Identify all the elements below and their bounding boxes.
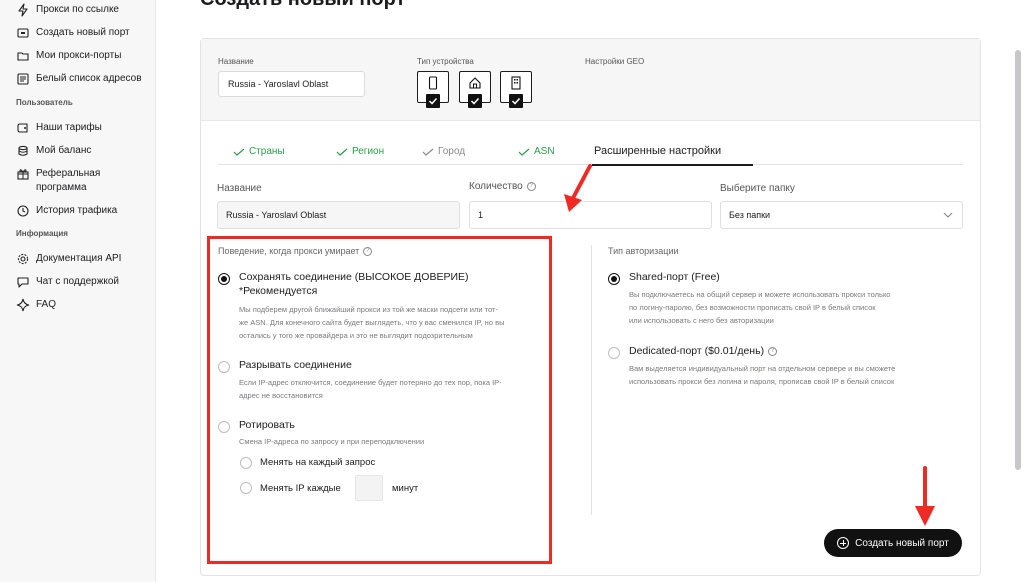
sidebar-item-traffic-history[interactable]: История трафика xyxy=(16,204,117,218)
sidebar-item-label-line1: Реферальная xyxy=(36,168,101,179)
device-type-label: Тип устройства xyxy=(417,57,474,66)
sidebar: Прокси по ссылке Создать новый порт Мои … xyxy=(0,0,156,582)
quantity-label: Количество ? xyxy=(469,181,536,192)
dedicated-port-title-text: Dedicated-порт ($0.01/день) xyxy=(629,345,765,357)
sidebar-item-support-chat[interactable]: Чат с поддержкой xyxy=(16,275,119,289)
sidebar-item-whitelist[interactable]: Белый список адресов xyxy=(16,72,142,86)
gear-icon xyxy=(17,253,29,265)
folder-select[interactable]: Без папки xyxy=(720,201,963,229)
sidebar-item-label-line2: программа xyxy=(36,182,87,193)
coins-icon xyxy=(18,145,28,156)
sidebar-item-create-port[interactable]: Создать новый порт xyxy=(16,26,130,40)
dedicated-port-desc-1: Вам выделяется индивидуальный порт на от… xyxy=(629,364,896,373)
page-title: Создать новый порт xyxy=(200,0,405,11)
tab-asn[interactable]: ASN xyxy=(518,146,555,157)
device-home-toggle[interactable] xyxy=(459,71,491,108)
port-name-input[interactable]: Russia - Yaroslavl Oblast xyxy=(217,201,460,229)
sidebar-item-referral[interactable]: Реферальная программа xyxy=(16,167,100,195)
checkbox-checked-icon xyxy=(426,94,440,108)
sidebar-section-info: Информация xyxy=(16,229,68,238)
tab-label: Город xyxy=(438,146,466,157)
check-icon xyxy=(422,148,434,156)
history-icon xyxy=(17,205,29,217)
port-icon xyxy=(17,28,29,38)
folder-label: Выберите папку xyxy=(720,183,795,194)
sidebar-item-label: Реферальная программа xyxy=(36,167,100,195)
chat-icon xyxy=(17,277,29,288)
tab-city[interactable]: Город xyxy=(422,146,465,157)
tab-countries[interactable]: Страны xyxy=(233,146,285,157)
sidebar-item-label: Мои прокси-порты xyxy=(36,50,122,61)
sidebar-item-label: Мой баланс xyxy=(36,145,92,156)
shared-port-desc-1: Вы подключаетесь на общий сервер и может… xyxy=(629,290,891,299)
help-icon[interactable]: ? xyxy=(526,182,536,191)
sidebar-item-balance[interactable]: Мой баланс xyxy=(16,144,91,158)
dedicated-port-title: Dedicated-порт ($0.01/день) ? xyxy=(629,344,778,358)
highlight-annotation-box xyxy=(207,236,552,564)
sidebar-item-api-docs[interactable]: Документация API xyxy=(16,252,121,266)
sidebar-item-label: Документация API xyxy=(36,253,122,264)
dedicated-port-desc-2: использовать прокси без логина и пароля,… xyxy=(629,377,895,386)
checkbox-checked-icon xyxy=(509,94,523,108)
sidebar-item-label: Прокси по ссылке xyxy=(36,4,119,15)
sparkle-icon xyxy=(16,298,30,312)
summary-name-value[interactable]: Russia - Yaroslavl Oblast xyxy=(218,71,365,97)
radio-shared-port[interactable] xyxy=(608,273,620,285)
auth-type-label: Тип авторизации xyxy=(608,246,679,256)
radio-dedicated-port[interactable] xyxy=(608,347,620,359)
chevron-down-icon xyxy=(943,212,953,218)
geo-settings-label: Настройки GEO xyxy=(585,57,645,66)
device-office-toggle[interactable] xyxy=(500,71,532,108)
wallet-icon xyxy=(17,123,28,133)
sidebar-item-tariffs[interactable]: Наши тарифы xyxy=(16,121,102,135)
sidebar-item-proxy-link[interactable]: Прокси по ссылке xyxy=(16,3,119,17)
sidebar-item-label: FAQ xyxy=(36,299,57,310)
tab-label: Расширенные настройки xyxy=(594,145,722,157)
sidebar-item-label: Чат с поддержкой xyxy=(36,276,120,287)
shared-port-desc-3: или использовать с него без авторизации xyxy=(629,316,774,325)
gift-icon xyxy=(17,169,29,180)
tab-label: Регион xyxy=(352,146,385,157)
active-tab-underline xyxy=(592,164,753,166)
checkbox-checked-icon xyxy=(468,94,482,108)
sidebar-item-label: Белый список адресов xyxy=(36,73,142,84)
home-icon xyxy=(469,77,481,89)
scrollbar[interactable] xyxy=(1015,50,1021,470)
check-icon xyxy=(518,148,530,156)
sidebar-item-label: Создать новый порт xyxy=(36,27,130,38)
tab-label: Страны xyxy=(249,146,285,157)
create-port-button[interactable]: Создать новый порт xyxy=(824,529,962,557)
check-icon xyxy=(233,148,245,156)
port-name-label: Название xyxy=(217,183,262,194)
summary-name-label: Название xyxy=(218,57,254,66)
section-divider xyxy=(591,245,592,515)
mobile-icon xyxy=(428,76,438,90)
shared-port-title: Shared-порт (Free) xyxy=(629,271,720,283)
help-icon[interactable]: ? xyxy=(768,346,778,356)
tab-region[interactable]: Регион xyxy=(336,146,384,157)
card-summary-bar: Название Russia - Yaroslavl Oblast Тип у… xyxy=(201,39,980,121)
sidebar-item-faq[interactable]: FAQ xyxy=(16,298,56,312)
shared-port-desc-2: по логину-паролю, без возможности пропис… xyxy=(629,303,876,312)
sidebar-item-label: История трафика xyxy=(36,205,118,216)
bolt-icon xyxy=(18,3,28,17)
check-icon xyxy=(336,148,348,156)
annotation-arrow-quantity xyxy=(564,164,592,212)
sidebar-item-my-ports[interactable]: Мои прокси-порты xyxy=(16,49,121,63)
plus-circle-icon xyxy=(837,537,850,549)
building-icon xyxy=(511,76,521,90)
sidebar-section-user: Пользователь xyxy=(16,98,73,107)
annotation-arrow-create xyxy=(915,466,935,526)
quantity-label-text: Количество xyxy=(469,181,523,192)
device-mobile-toggle[interactable] xyxy=(417,71,449,108)
sidebar-item-label: Наши тарифы xyxy=(36,122,102,133)
create-port-button-label: Создать новый порт xyxy=(855,537,949,549)
list-icon xyxy=(17,73,29,85)
tab-label: ASN xyxy=(534,146,555,157)
folder-icon xyxy=(17,52,29,61)
tab-advanced-settings[interactable]: Расширенные настройки xyxy=(594,145,721,157)
